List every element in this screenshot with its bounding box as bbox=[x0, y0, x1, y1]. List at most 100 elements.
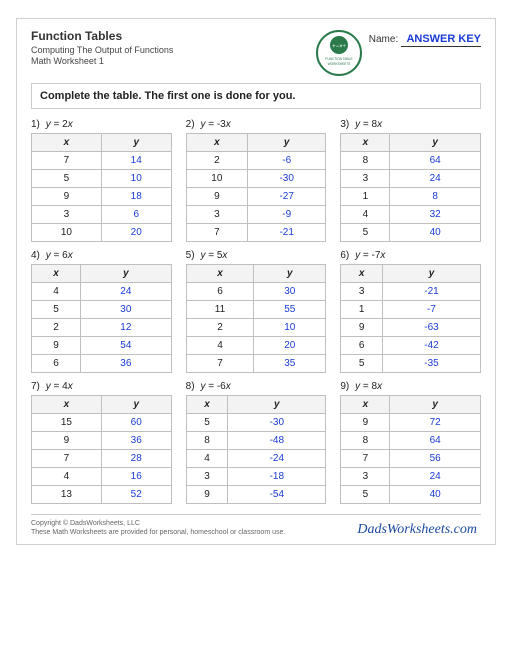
function-table: xy424530212954636 bbox=[31, 264, 172, 373]
equation-label: 9) y = 8x bbox=[340, 381, 481, 392]
col-x-header: x bbox=[32, 134, 102, 152]
y-value: -21 bbox=[248, 224, 326, 242]
y-value: 40 bbox=[390, 224, 481, 242]
y-value: -7 bbox=[382, 301, 480, 319]
x-value: 5 bbox=[341, 486, 390, 504]
y-value: -18 bbox=[228, 468, 326, 486]
x-value: 9 bbox=[32, 432, 102, 450]
x-value: 3 bbox=[341, 468, 390, 486]
x-value: 1 bbox=[341, 301, 383, 319]
worksheet-number: Math Worksheet 1 bbox=[31, 56, 309, 66]
problem: 6) y = -7xxy3-211-79-636-425-35 bbox=[340, 250, 481, 373]
equation-label: 3) y = 8x bbox=[340, 119, 481, 130]
table-row: 432 bbox=[341, 206, 481, 224]
x-value: 7 bbox=[186, 224, 247, 242]
table-row: 714 bbox=[32, 152, 172, 170]
x-value: 5 bbox=[32, 170, 102, 188]
y-value: 10 bbox=[101, 170, 171, 188]
page-title: Function Tables bbox=[31, 29, 309, 43]
table-row: 5-35 bbox=[341, 355, 481, 373]
name-field: ANSWER KEY bbox=[401, 33, 481, 47]
x-value: 6 bbox=[186, 283, 254, 301]
x-value: 9 bbox=[341, 414, 390, 432]
x-value: 6 bbox=[32, 355, 81, 373]
y-value: 30 bbox=[254, 283, 326, 301]
col-y-header: y bbox=[390, 396, 481, 414]
table-row: 540 bbox=[341, 486, 481, 504]
col-x-header: x bbox=[186, 265, 254, 283]
y-value: 32 bbox=[390, 206, 481, 224]
x-value: 5 bbox=[341, 224, 390, 242]
y-value: 24 bbox=[81, 283, 172, 301]
table-row: 540 bbox=[341, 224, 481, 242]
x-value: 11 bbox=[186, 301, 254, 319]
table-row: 416 bbox=[32, 468, 172, 486]
table-row: 3-21 bbox=[341, 283, 481, 301]
header: Function Tables Computing The Output of … bbox=[31, 29, 481, 77]
x-value: 4 bbox=[32, 283, 81, 301]
table-row: 636 bbox=[32, 355, 172, 373]
x-value: 3 bbox=[186, 468, 228, 486]
x-value: 4 bbox=[186, 337, 254, 355]
y-value: -48 bbox=[228, 432, 326, 450]
problem: 8) y = -6xxy5-308-484-243-189-54 bbox=[186, 381, 327, 504]
header-left: Function Tables Computing The Output of … bbox=[31, 29, 309, 66]
x-value: 7 bbox=[341, 450, 390, 468]
table-row: 2-6 bbox=[186, 152, 326, 170]
function-table: xy972864756324540 bbox=[340, 395, 481, 504]
function-table: xy6301155210420735 bbox=[186, 264, 327, 373]
y-value: -21 bbox=[382, 283, 480, 301]
table-row: 936 bbox=[32, 432, 172, 450]
y-value: -24 bbox=[228, 450, 326, 468]
function-table: xy5-308-484-243-189-54 bbox=[186, 395, 327, 504]
x-value: 5 bbox=[186, 414, 228, 432]
problem: 4) y = 6xxy424530212954636 bbox=[31, 250, 172, 373]
table-row: 1-7 bbox=[341, 301, 481, 319]
name-label: Name: bbox=[369, 34, 398, 45]
x-value: 7 bbox=[186, 355, 254, 373]
table-row: 324 bbox=[341, 170, 481, 188]
function-table: xy15609367284161352 bbox=[31, 395, 172, 504]
function-table: xy86432418432540 bbox=[340, 133, 481, 242]
table-row: 728 bbox=[32, 450, 172, 468]
col-y-header: y bbox=[382, 265, 480, 283]
y-value: 54 bbox=[81, 337, 172, 355]
y-value: 35 bbox=[254, 355, 326, 373]
y-value: -42 bbox=[382, 337, 480, 355]
x-value: 2 bbox=[32, 319, 81, 337]
problem: 7) y = 4xxy15609367284161352 bbox=[31, 381, 172, 504]
y-value: 36 bbox=[81, 355, 172, 373]
function-table: xy2-610-309-273-97-21 bbox=[186, 133, 327, 242]
y-value: -27 bbox=[248, 188, 326, 206]
y-value: 72 bbox=[390, 414, 481, 432]
x-value: 7 bbox=[32, 450, 102, 468]
y-value: -54 bbox=[228, 486, 326, 504]
x-value: 9 bbox=[32, 188, 102, 206]
y-value: -9 bbox=[248, 206, 326, 224]
table-row: 864 bbox=[341, 432, 481, 450]
y-value: 6 bbox=[101, 206, 171, 224]
table-row: 9-63 bbox=[341, 319, 481, 337]
col-y-header: y bbox=[101, 134, 171, 152]
x-value: 4 bbox=[341, 206, 390, 224]
watermark: DadsWorksheets.com bbox=[357, 522, 477, 538]
x-value: 9 bbox=[341, 319, 383, 337]
y-value: 36 bbox=[101, 432, 171, 450]
svg-text:WORKSHEETS: WORKSHEETS bbox=[327, 62, 350, 66]
function-table: xy714510918361020 bbox=[31, 133, 172, 242]
x-value: 8 bbox=[341, 152, 390, 170]
y-value: 40 bbox=[390, 486, 481, 504]
table-row: 630 bbox=[186, 283, 326, 301]
x-value: 3 bbox=[186, 206, 247, 224]
col-x-header: x bbox=[341, 265, 383, 283]
table-row: 510 bbox=[32, 170, 172, 188]
table-row: 864 bbox=[341, 152, 481, 170]
x-value: 3 bbox=[341, 283, 383, 301]
y-value: 8 bbox=[390, 188, 481, 206]
col-y-header: y bbox=[101, 396, 171, 414]
svg-text:FUNCTION TABLE: FUNCTION TABLE bbox=[325, 57, 352, 61]
x-value: 1 bbox=[341, 188, 390, 206]
table-row: 9-54 bbox=[186, 486, 326, 504]
x-value: 10 bbox=[186, 170, 247, 188]
table-row: 324 bbox=[341, 468, 481, 486]
